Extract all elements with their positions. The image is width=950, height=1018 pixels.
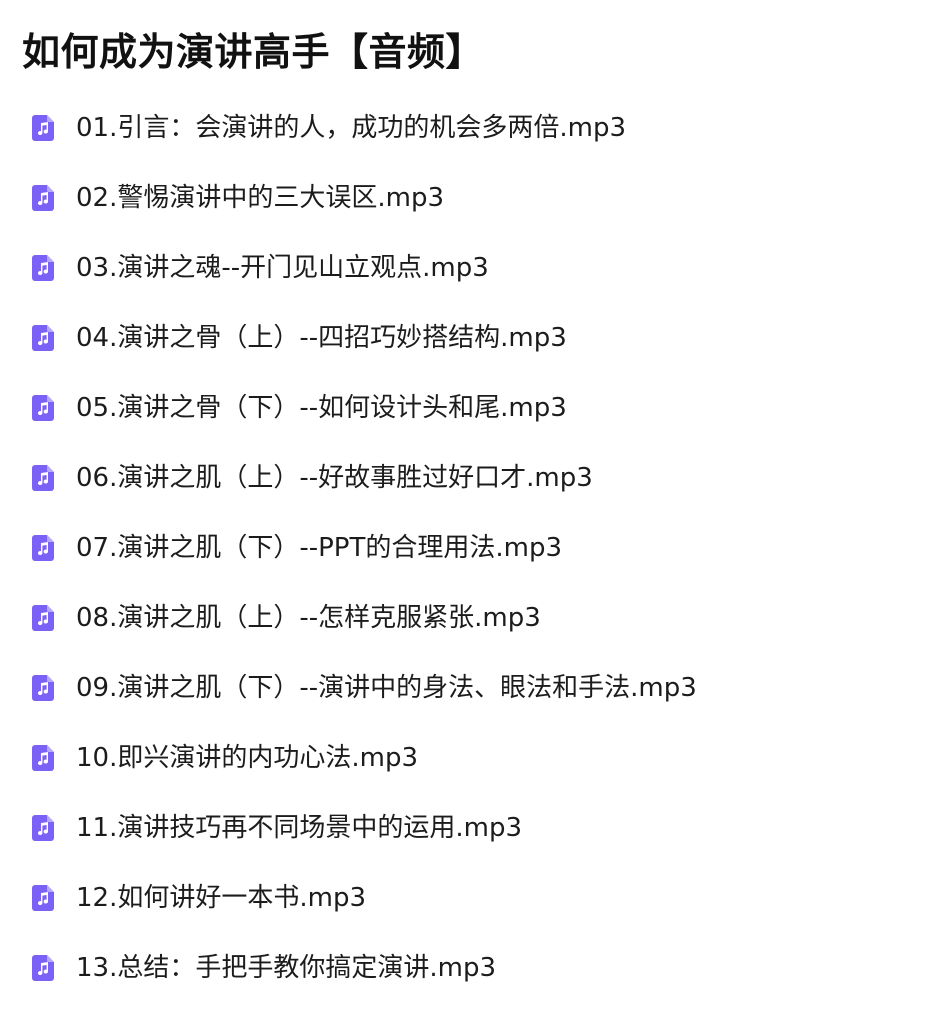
audio-file-icon (32, 535, 54, 561)
file-name: 11.演讲技巧再不同场景中的运用.mp3 (76, 813, 522, 843)
list-item[interactable]: 13.总结：手把手教你搞定演讲.mp3 (32, 933, 697, 1003)
audio-file-icon (32, 465, 54, 491)
file-name: 02.警惕演讲中的三大误区.mp3 (76, 183, 444, 213)
list-item[interactable]: 10.即兴演讲的内功心法.mp3 (32, 723, 697, 793)
list-item[interactable]: 07.演讲之肌（下）--PPT的合理用法.mp3 (32, 513, 697, 583)
audio-file-icon (32, 325, 54, 351)
audio-file-icon (32, 815, 54, 841)
page-title: 如何成为演讲高手【音频】 (22, 30, 485, 74)
file-name: 08.演讲之肌（上）--怎样克服紧张.mp3 (76, 603, 541, 633)
file-name: 09.演讲之肌（下）--演讲中的身法、眼法和手法.mp3 (76, 673, 697, 703)
list-item[interactable]: 04.演讲之骨（上）--四招巧妙搭结构.mp3 (32, 303, 697, 373)
audio-file-icon (32, 745, 54, 771)
audio-file-icon (32, 885, 54, 911)
list-item[interactable]: 03.演讲之魂--开门见山立观点.mp3 (32, 233, 697, 303)
file-name: 10.即兴演讲的内功心法.mp3 (76, 743, 418, 773)
audio-file-icon (32, 605, 54, 631)
file-name: 03.演讲之魂--开门见山立观点.mp3 (76, 253, 489, 283)
file-name: 13.总结：手把手教你搞定演讲.mp3 (76, 953, 496, 983)
list-item[interactable]: 02.警惕演讲中的三大误区.mp3 (32, 163, 697, 233)
file-name: 06.演讲之肌（上）--好故事胜过好口才.mp3 (76, 463, 593, 493)
audio-file-icon (32, 955, 54, 981)
audio-file-icon (32, 395, 54, 421)
file-name: 01.引言：会演讲的人，成功的机会多两倍.mp3 (76, 113, 626, 143)
list-item[interactable]: 11.演讲技巧再不同场景中的运用.mp3 (32, 793, 697, 863)
file-name: 05.演讲之骨（下）--如何设计头和尾.mp3 (76, 393, 567, 423)
file-name: 07.演讲之肌（下）--PPT的合理用法.mp3 (76, 533, 562, 563)
list-item[interactable]: 12.如何讲好一本书.mp3 (32, 863, 697, 933)
file-name: 04.演讲之骨（上）--四招巧妙搭结构.mp3 (76, 323, 567, 353)
list-item[interactable]: 06.演讲之肌（上）--好故事胜过好口才.mp3 (32, 443, 697, 513)
list-item[interactable]: 08.演讲之肌（上）--怎样克服紧张.mp3 (32, 583, 697, 653)
audio-file-icon (32, 675, 54, 701)
list-item[interactable]: 05.演讲之骨（下）--如何设计头和尾.mp3 (32, 373, 697, 443)
list-item[interactable]: 01.引言：会演讲的人，成功的机会多两倍.mp3 (32, 93, 697, 163)
file-list: 01.引言：会演讲的人，成功的机会多两倍.mp3 02.警惕演讲中的三大误区.m… (32, 93, 697, 1003)
audio-file-icon (32, 115, 54, 141)
file-name: 12.如何讲好一本书.mp3 (76, 883, 366, 913)
audio-file-icon (32, 255, 54, 281)
audio-file-icon (32, 185, 54, 211)
list-item[interactable]: 09.演讲之肌（下）--演讲中的身法、眼法和手法.mp3 (32, 653, 697, 723)
page: 如何成为演讲高手【音频】 01.引言：会演讲的人，成功的机会多两倍.mp3 02… (0, 0, 950, 1018)
